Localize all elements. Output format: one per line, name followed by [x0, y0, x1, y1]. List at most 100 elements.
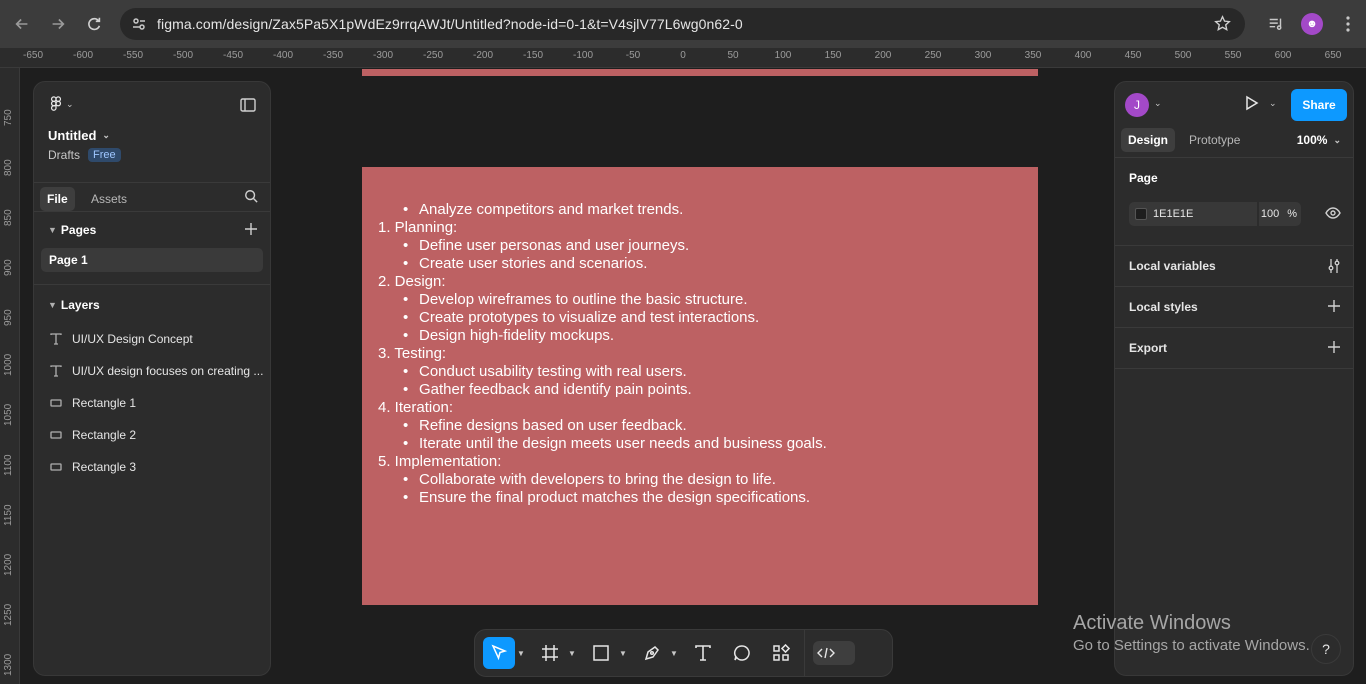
- local-variables-label: Local variables: [1129, 259, 1216, 273]
- layers-section-header[interactable]: ▼ Layers: [34, 287, 270, 323]
- browser-menu-icon[interactable]: [1330, 16, 1366, 32]
- layer-label: Rectangle 2: [72, 428, 137, 442]
- page-item[interactable]: Page 1: [41, 248, 263, 272]
- tab-prototype[interactable]: Prototype: [1182, 128, 1247, 152]
- watermark-subtitle: Go to Settings to activate Windows.: [1073, 637, 1310, 654]
- chevron-down-icon[interactable]: ▼: [619, 649, 629, 658]
- code-icon[interactable]: [813, 641, 855, 665]
- rectangle-layer-icon: [50, 398, 72, 408]
- frame-tool[interactable]: ▼: [534, 637, 578, 669]
- share-button[interactable]: Share: [1291, 89, 1347, 121]
- page-heading: Page: [1129, 171, 1158, 185]
- ruler-tick-label: 250: [924, 50, 942, 61]
- layer-item[interactable]: Rectangle 3: [34, 451, 270, 483]
- rectangle-frame[interactable]: • Analyze competitors and market trends. 1…: [362, 167, 1038, 605]
- visibility-eye-icon[interactable]: [1325, 206, 1341, 224]
- bullet-list-item: • Refine designs based on user feedback.: [378, 417, 827, 435]
- search-icon[interactable]: [244, 189, 258, 208]
- chevron-down-icon[interactable]: ▼: [670, 649, 680, 658]
- move-tool[interactable]: ▼: [483, 637, 527, 669]
- address-bar[interactable]: figma.com/design/Zax5Pa5X1pWdEz9rrqAWJt/…: [120, 8, 1245, 40]
- color-swatch[interactable]: [1135, 208, 1147, 220]
- tab-design[interactable]: Design: [1121, 128, 1176, 152]
- layer-item[interactable]: Rectangle 2: [34, 419, 270, 451]
- chevron-down-icon[interactable]: ⌄: [1154, 98, 1162, 109]
- bullet-glyph: •: [403, 201, 409, 218]
- bookmark-star-icon[interactable]: [1214, 15, 1231, 37]
- windows-activation-watermark: Activate Windows Go to Settings to activ…: [1073, 612, 1310, 654]
- file-title-text: Untitled: [48, 128, 97, 143]
- user-avatar[interactable]: J: [1125, 93, 1149, 117]
- ruler-tick-label: -450: [222, 50, 244, 61]
- bullet-list-item: • Create user stories and scenarios.: [378, 255, 827, 273]
- ruler-tick-label: 400: [1074, 50, 1092, 61]
- add-style-icon[interactable]: [1327, 299, 1341, 316]
- layers-heading: Layers: [60, 298, 100, 312]
- comment-tool[interactable]: [726, 637, 758, 669]
- actions-grid-icon[interactable]: [765, 637, 797, 669]
- layer-item[interactable]: UI/UX design focuses on creating ...: [34, 355, 270, 387]
- ruler-tick-label: 750: [3, 109, 14, 126]
- tab-file[interactable]: File: [40, 187, 75, 211]
- help-button[interactable]: ?: [1311, 634, 1341, 664]
- export-row[interactable]: Export: [1115, 328, 1353, 369]
- reload-icon[interactable]: [76, 6, 112, 42]
- bullet-text: Collaborate with developers to bring the…: [419, 471, 776, 488]
- chevron-down-icon: ⌄: [66, 98, 74, 109]
- numbered-list-item: 5. Implementation:: [378, 453, 502, 470]
- actions-tool[interactable]: [765, 637, 797, 669]
- media-control-icon[interactable]: [1258, 15, 1294, 33]
- chevron-down-icon[interactable]: ▼: [568, 649, 578, 658]
- pages-section-header[interactable]: ▼ Pages: [34, 212, 270, 248]
- ruler-tick-label: 800: [3, 159, 14, 176]
- forward-icon[interactable]: [40, 6, 76, 42]
- bullet-list-item: • Create prototypes to visualize and test…: [378, 309, 827, 327]
- back-icon[interactable]: [4, 6, 40, 42]
- tab-assets[interactable]: Assets: [84, 187, 134, 211]
- main-menu-button[interactable]: ⌄: [50, 96, 74, 112]
- opacity-field[interactable]: 100 %: [1259, 202, 1301, 226]
- present-play-icon[interactable]: [1243, 95, 1259, 116]
- profile-avatar[interactable]: ☻: [1294, 13, 1330, 35]
- ruler-tick-label: 350: [1024, 50, 1042, 61]
- add-export-icon[interactable]: [1327, 340, 1341, 357]
- background-color-field[interactable]: 1E1E1E: [1129, 202, 1257, 226]
- plan-badge[interactable]: Free: [88, 148, 121, 162]
- file-title[interactable]: Untitled ⌄: [48, 128, 110, 143]
- zoom-dropdown[interactable]: 100% ⌄: [1297, 133, 1341, 147]
- ruler-tick-label: -100: [572, 50, 594, 61]
- url-text: figma.com/design/Zax5Pa5X1pWdEz9rrqAWJt/…: [157, 16, 743, 32]
- comment-bubble-icon[interactable]: [726, 637, 758, 669]
- pen-tool[interactable]: ▼: [636, 637, 680, 669]
- shape-tool[interactable]: ▼: [585, 637, 629, 669]
- bullet-glyph: •: [403, 255, 409, 272]
- rectangle-frame-partial[interactable]: [362, 69, 1038, 76]
- bullet-text: Create prototypes to visualize and test …: [419, 309, 760, 326]
- chevron-down-icon[interactable]: ⌄: [1269, 98, 1277, 109]
- sidebar-toggle-icon[interactable]: [240, 98, 256, 117]
- layer-label: UI/UX Design Concept: [72, 332, 193, 346]
- bullet-text: Create user stories and scenarios.: [419, 255, 648, 272]
- drafts-label[interactable]: Drafts: [48, 148, 80, 162]
- add-page-icon[interactable]: [244, 222, 258, 239]
- figma-logo-icon: [50, 96, 62, 111]
- bullet-text: Iterate until the design meets user need…: [419, 435, 827, 452]
- dev-mode-toggle[interactable]: [813, 637, 855, 669]
- variables-sliders-icon[interactable]: [1327, 258, 1341, 277]
- text-layer-content[interactable]: • Analyze competitors and market trends. 1…: [378, 201, 827, 507]
- local-variables-row[interactable]: Local variables: [1115, 246, 1353, 287]
- browser-toolbar: figma.com/design/Zax5Pa5X1pWdEz9rrqAWJt/…: [0, 0, 1366, 48]
- ruler-tick-label: -300: [372, 50, 394, 61]
- text-t-icon[interactable]: [687, 637, 719, 669]
- frame-hash-icon[interactable]: [534, 637, 566, 669]
- layer-item[interactable]: Rectangle 1: [34, 387, 270, 419]
- bullet-text: Develop wireframes to outline the basic …: [419, 291, 748, 308]
- pen-icon[interactable]: [636, 637, 668, 669]
- layer-item[interactable]: UI/UX Design Concept: [34, 323, 270, 355]
- local-styles-row[interactable]: Local styles: [1115, 287, 1353, 328]
- cursor-arrow-icon[interactable]: [483, 637, 515, 669]
- rectangle-icon[interactable]: [585, 637, 617, 669]
- text-tool[interactable]: [687, 637, 719, 669]
- chevron-down-icon[interactable]: ▼: [517, 649, 527, 658]
- site-settings-icon[interactable]: [124, 16, 154, 32]
